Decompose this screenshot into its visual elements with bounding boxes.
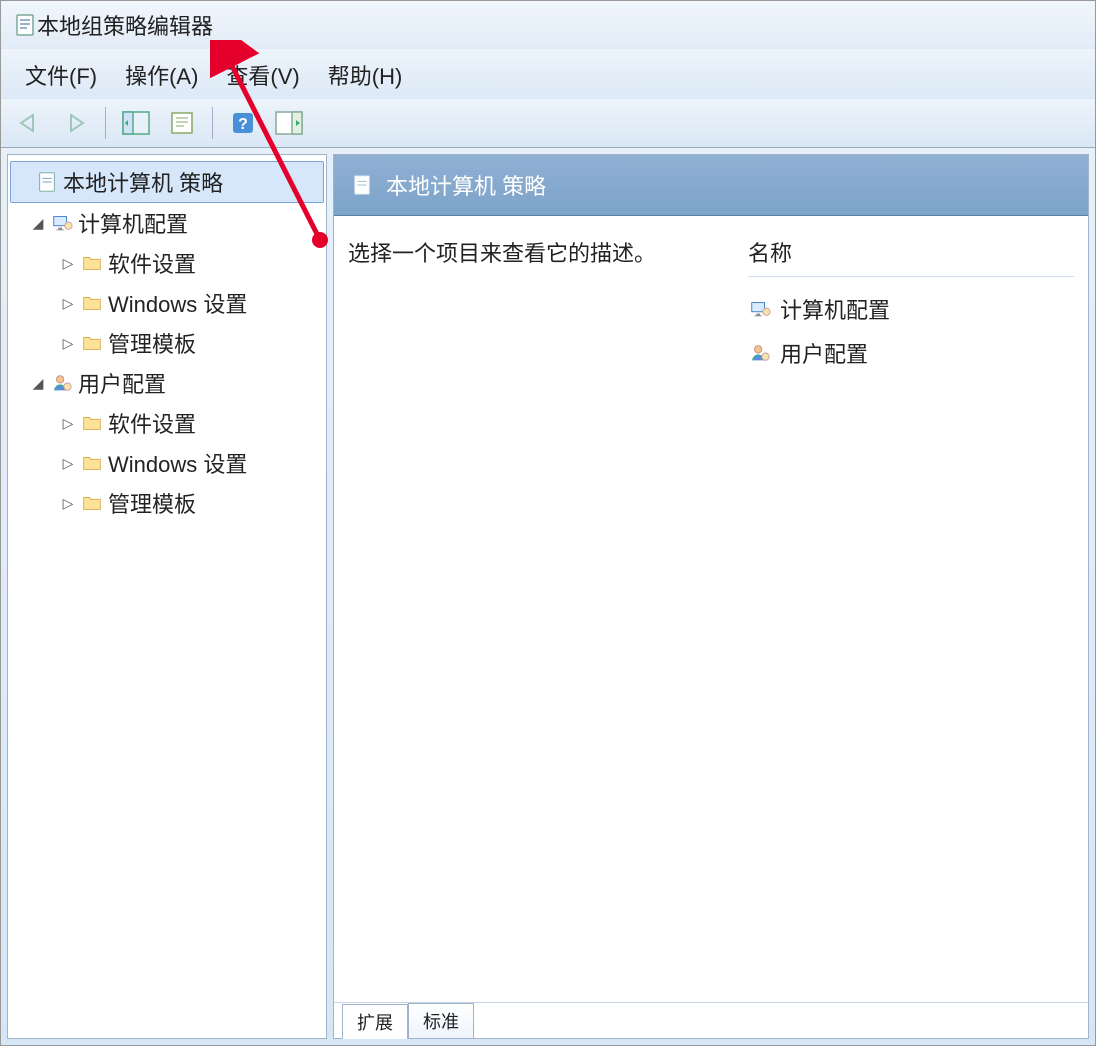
menu-help[interactable]: 帮助(H) xyxy=(328,59,403,91)
toolbar: ? xyxy=(1,99,1095,148)
expand-icon[interactable]: ▷ xyxy=(60,495,76,512)
content-area: 本地计算机 策略 ◢ 计算机配置 ▷ 软件设置 ▷ xyxy=(1,148,1095,1045)
back-button xyxy=(9,103,49,143)
tree-node-label: 用户配置 xyxy=(78,367,166,399)
tree-windows-settings[interactable]: ▷ Windows 设置 xyxy=(10,283,324,323)
tree-user-config[interactable]: ◢ 用户配置 xyxy=(10,363,324,403)
tree-node-label: 计算机配置 xyxy=(78,207,188,239)
tree-windows-settings-user[interactable]: ▷ Windows 设置 xyxy=(10,443,324,483)
tree-node-label: Windows 设置 xyxy=(108,447,247,479)
window-title: 本地组策略编辑器 xyxy=(37,9,213,41)
tree-node-label: Windows 设置 xyxy=(108,287,247,319)
tree-node-label: 软件设置 xyxy=(108,407,196,439)
tree-software-settings-user[interactable]: ▷ 软件设置 xyxy=(10,403,324,443)
policy-icon xyxy=(35,170,59,194)
folder-icon xyxy=(80,331,104,355)
show-hide-tree-button[interactable] xyxy=(116,103,156,143)
tree-node-label: 管理模板 xyxy=(108,327,196,359)
action-pane-button[interactable] xyxy=(269,103,309,143)
toolbar-separator xyxy=(105,107,106,139)
policy-icon xyxy=(350,173,374,197)
forward-button xyxy=(55,103,95,143)
properties-button[interactable] xyxy=(162,103,202,143)
details-body: 选择一个项目来查看它的描述。 名称 计算机配置 用户配置 xyxy=(334,216,1088,1002)
tree-computer-config[interactable]: ◢ 计算机配置 xyxy=(10,203,324,243)
menu-action[interactable]: 操作(A) xyxy=(125,59,198,91)
folder-icon xyxy=(80,291,104,315)
menu-view[interactable]: 查看(V) xyxy=(226,59,299,91)
column-header-name[interactable]: 名称 xyxy=(748,236,1074,277)
collapse-icon[interactable]: ◢ xyxy=(30,375,46,392)
title-bar: 本地组策略编辑器 xyxy=(1,1,1095,49)
details-header-title: 本地计算机 策略 xyxy=(386,169,546,201)
folder-icon xyxy=(80,491,104,515)
tree-admin-templates[interactable]: ▷ 管理模板 xyxy=(10,323,324,363)
user-icon xyxy=(50,371,74,395)
tree-node-label: 软件设置 xyxy=(108,247,196,279)
list-item-label: 计算机配置 xyxy=(780,293,890,325)
expand-icon[interactable]: ▷ xyxy=(60,295,76,312)
tab-extended[interactable]: 扩展 xyxy=(342,1004,408,1039)
tab-standard[interactable]: 标准 xyxy=(408,1003,474,1038)
app-window: 本地组策略编辑器 文件(F) 操作(A) 查看(V) 帮助(H) ? xyxy=(0,0,1096,1046)
details-description: 选择一个项目来查看它的描述。 xyxy=(348,236,728,982)
details-header: 本地计算机 策略 xyxy=(334,155,1088,216)
tree-admin-templates-user[interactable]: ▷ 管理模板 xyxy=(10,483,324,523)
tree-node-label: 管理模板 xyxy=(108,487,196,519)
folder-icon xyxy=(80,251,104,275)
details-tabs: 扩展 标准 xyxy=(334,1002,1088,1038)
collapse-icon[interactable]: ◢ xyxy=(30,215,46,232)
list-item-user-config[interactable]: 用户配置 xyxy=(748,331,1074,375)
computer-icon xyxy=(50,211,74,235)
tree-software-settings[interactable]: ▷ 软件设置 xyxy=(10,243,324,283)
folder-icon xyxy=(80,411,104,435)
svg-text:?: ? xyxy=(238,116,248,133)
menu-bar: 文件(F) 操作(A) 查看(V) 帮助(H) xyxy=(1,49,1095,99)
list-item-label: 用户配置 xyxy=(780,337,868,369)
tree-root-node[interactable]: 本地计算机 策略 xyxy=(10,161,324,203)
tree-node-label: 本地计算机 策略 xyxy=(63,166,223,198)
expand-icon[interactable]: ▷ xyxy=(60,335,76,352)
app-icon xyxy=(13,13,37,37)
details-panel: 本地计算机 策略 选择一个项目来查看它的描述。 名称 计算机配置 xyxy=(333,154,1089,1039)
help-button[interactable]: ? xyxy=(223,103,263,143)
user-icon xyxy=(748,341,772,365)
folder-icon xyxy=(80,451,104,475)
expand-icon[interactable]: ▷ xyxy=(60,455,76,472)
navigation-tree[interactable]: 本地计算机 策略 ◢ 计算机配置 ▷ 软件设置 ▷ xyxy=(7,154,327,1039)
list-item-computer-config[interactable]: 计算机配置 xyxy=(748,287,1074,331)
computer-icon xyxy=(748,297,772,321)
expand-icon[interactable]: ▷ xyxy=(60,255,76,272)
menu-file[interactable]: 文件(F) xyxy=(25,59,97,91)
details-list: 名称 计算机配置 用户配置 xyxy=(748,236,1074,982)
expand-icon[interactable]: ▷ xyxy=(60,415,76,432)
toolbar-separator xyxy=(212,107,213,139)
